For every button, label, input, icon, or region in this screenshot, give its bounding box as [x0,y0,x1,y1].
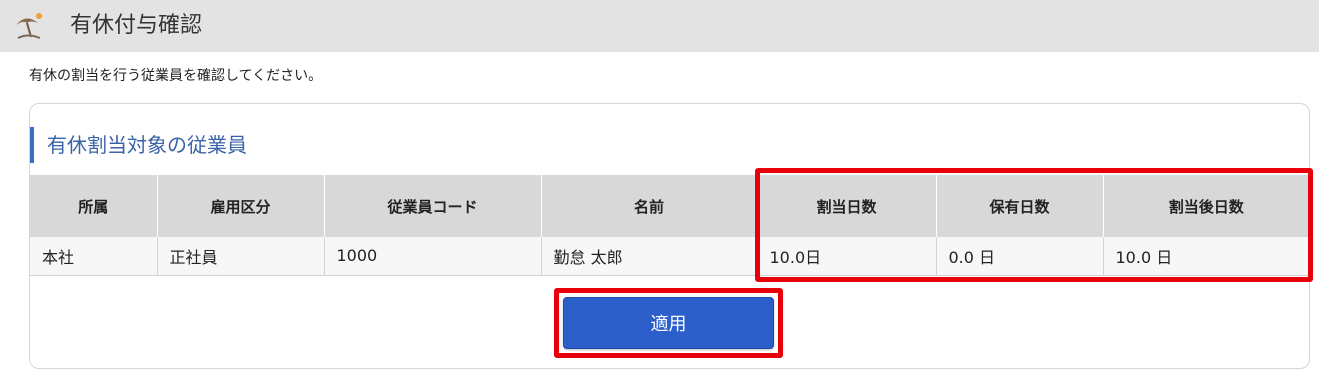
page-title: 有休付与確認 [70,13,203,38]
table-header-row: 所属 雇用区分 従業員コード 名前 割当日数 保有日数 割当後日数 [30,175,1309,237]
column-header-employee-code: 従業員コード [324,175,542,237]
cell-department: 本社 [30,237,158,276]
employee-table: 所属 雇用区分 従業員コード 名前 割当日数 保有日数 割当後日数 本社 正社員… [30,175,1309,276]
page-header: 有休付与確認 [0,0,1319,52]
column-header-allocated-days: 割当日数 [757,175,937,237]
intro-text: 有休の割当を行う従業員を確認してください。 [29,68,323,84]
section-accent-bar [30,127,34,163]
column-header-days-after-allocation: 割当後日数 [1103,175,1309,237]
cell-employment-type: 正社員 [157,237,325,276]
column-header-name: 名前 [541,175,758,237]
section-title: 有休割当対象の従業員 [47,133,247,157]
column-header-held-days: 保有日数 [936,175,1104,237]
column-header-employment-type: 雇用区分 [157,175,325,237]
cell-name: 勤怠 太郎 [541,237,758,276]
table-row: 本社 正社員 1000 勤怠 太郎 10.0日 0.0 日 10.0 日 [30,237,1309,276]
apply-button[interactable]: 適用 [563,297,774,349]
cell-employee-code: 1000 [324,237,542,276]
cell-allocated-days: 10.0日 [757,237,937,276]
beach-umbrella-icon [12,11,46,41]
column-header-department: 所属 [30,175,158,237]
cell-held-days: 0.0 日 [936,237,1104,276]
cell-days-after-allocation: 10.0 日 [1103,237,1309,276]
